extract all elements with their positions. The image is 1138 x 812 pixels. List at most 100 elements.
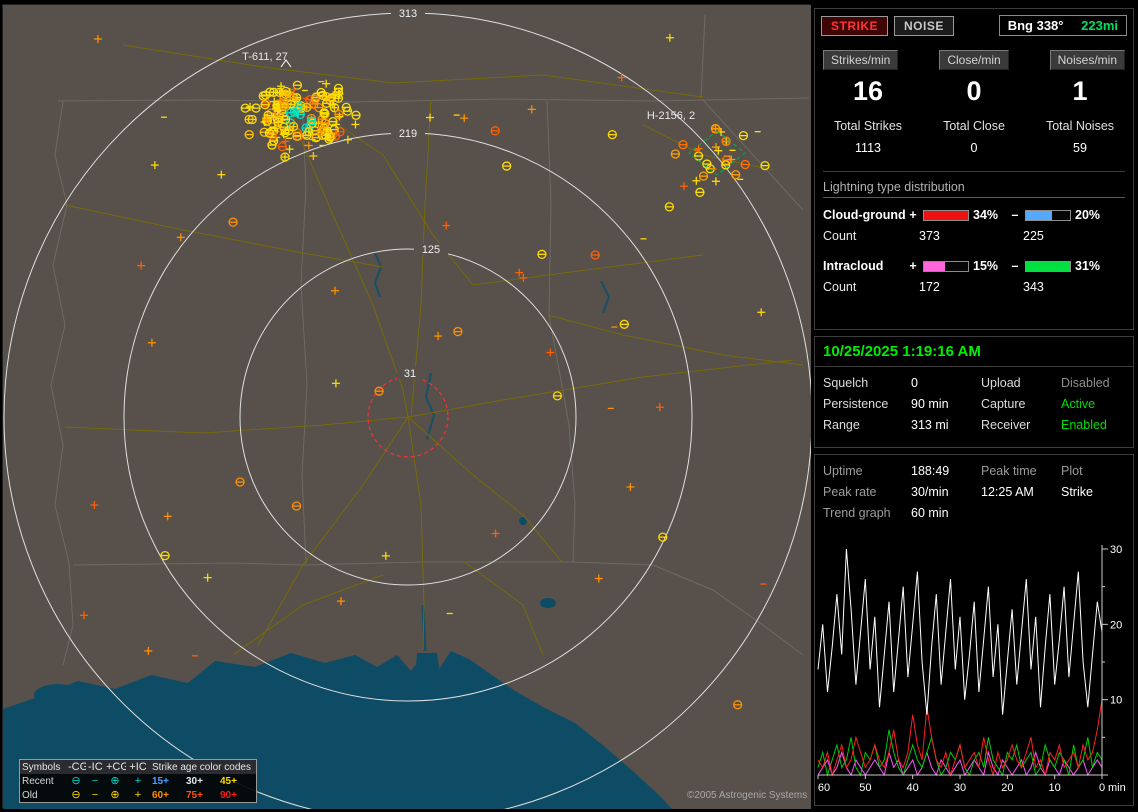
svg-text:30: 30: [954, 782, 966, 794]
cg-plus-count: 373: [919, 229, 940, 243]
peak-time-label: Peak time: [981, 464, 1037, 478]
cloud-ground-row: Cloud-ground + 34% – 20%: [823, 208, 1125, 222]
cg-plus-gauge: [923, 209, 969, 221]
capture-label: Capture: [981, 397, 1026, 411]
map-canvas: 313 219 125 31 T-611, 27 H-2156, 2: [3, 5, 811, 809]
cg-minus-gauge: [1025, 209, 1071, 221]
legend-row-recent-label: Recent: [22, 776, 54, 787]
ic-minus-old-icon: −: [91, 789, 99, 801]
close-per-min-value: 0: [966, 76, 982, 106]
statistics-box: STRIKE NOISE Bng 338° 223mi Strikes/min …: [814, 8, 1134, 330]
total-strikes-value: 1113: [855, 141, 881, 155]
svg-text:0: 0: [1099, 782, 1105, 794]
total-noises-label: Total Noises: [1045, 119, 1115, 133]
bearing-value: Bng 338°: [1007, 18, 1064, 33]
minus-sign: –: [1011, 208, 1019, 222]
settings-box: 10/25/2025 1:19:16 AM Squelch 0 Upload D…: [814, 336, 1134, 448]
upload-status: Disabled: [1061, 376, 1110, 390]
range-label: Range: [823, 418, 860, 432]
legend-header-ic-minus: -IC: [86, 760, 104, 774]
legend-header-cg-minus: -CG: [66, 760, 89, 774]
upload-label: Upload: [981, 376, 1021, 390]
noises-per-min-button[interactable]: Noises/min: [1049, 50, 1125, 70]
cg-plus-recent-icon: ⊕: [110, 775, 120, 787]
uptime-label: Uptime: [823, 464, 863, 478]
storm-cell-label-1: T-611, 27: [242, 51, 288, 63]
plus-sign: +: [909, 208, 917, 222]
svg-text:10: 10: [1049, 782, 1061, 794]
persistence-value: 90 min: [911, 397, 949, 411]
minus-sign: –: [1011, 259, 1019, 273]
squelch-value: 0: [911, 376, 918, 390]
age-30: 30+: [186, 776, 203, 787]
settings-grid: Squelch 0 Upload Disabled Persistence 90…: [815, 367, 1133, 432]
total-close-value: 0: [970, 141, 978, 155]
ring-label-313: 313: [399, 8, 417, 20]
lightning-map[interactable]: 313 219 125 31 T-611, 27 H-2156, 2 Symbo…: [2, 4, 811, 809]
legend-header-ic-plus: +IC: [126, 760, 150, 774]
capture-status: Active: [1061, 397, 1096, 411]
age-90: 90+: [220, 790, 237, 801]
datetime-display: 10/25/2025 1:19:16 AM: [815, 337, 1133, 367]
trend-graph-label: Trend graph: [823, 506, 891, 520]
noise-view-button[interactable]: NOISE: [894, 15, 954, 36]
cg-minus-old-icon: ⊖: [71, 789, 81, 801]
svg-text:min: min: [1108, 782, 1126, 794]
age-15: 15+: [152, 776, 169, 787]
strikes-per-min-value: 16: [852, 76, 884, 106]
info-panel: STRIKE NOISE Bng 338° 223mi Strikes/min …: [812, 0, 1136, 812]
bearing-display: Bng 338° 223mi: [998, 15, 1127, 36]
plus-sign: +: [909, 259, 917, 273]
cloud-ground-count-row: Count 373 225: [823, 229, 1125, 243]
trend-graph: 30 20 10 60 50 40 30 20 10 0 min: [817, 544, 1126, 794]
ic-plus-gauge: [923, 260, 969, 272]
cg-minus-percent: 20%: [1075, 208, 1101, 222]
ic-minus-recent-icon: −: [91, 775, 99, 787]
peak-rate-label: Peak rate: [823, 485, 877, 499]
storm-cell-label-2: H-2156, 2: [647, 110, 695, 122]
ic-minus-percent: 31%: [1075, 259, 1101, 273]
cg-plus-percent: 34%: [973, 208, 999, 222]
ic-plus-percent: 15%: [973, 259, 999, 273]
age-45: 45+: [220, 776, 237, 787]
cg-minus-count: 225: [1023, 229, 1044, 243]
intracloud-count-row: Count 172 343: [823, 280, 1125, 294]
trend-graph-window: 60 min: [911, 506, 949, 520]
ring-label-125: 125: [422, 244, 440, 256]
legend-row-old-label: Old: [22, 790, 38, 801]
total-close-label: Total Close: [943, 119, 1005, 133]
svg-text:20: 20: [1001, 782, 1013, 794]
strikes-per-min-button[interactable]: Strikes/min: [823, 50, 899, 70]
plot-value: Strike: [1061, 485, 1093, 499]
intracloud-label: Intracloud: [823, 259, 884, 273]
uptime-value: 188:49: [911, 464, 950, 478]
legend-header-symbols: Symbols: [20, 760, 66, 774]
squelch-label: Squelch: [823, 376, 869, 390]
noises-per-min-value: 1: [1072, 76, 1088, 106]
peak-rate-value: 30/min: [911, 485, 949, 499]
ic-plus-old-icon: +: [134, 789, 142, 801]
ic-minus-count: 343: [1023, 280, 1044, 294]
ic-plus-recent-icon: +: [134, 775, 142, 787]
ic-plus-count: 172: [919, 280, 940, 294]
receiver-status: Enabled: [1061, 418, 1107, 432]
total-noises-value: 59: [1073, 141, 1087, 155]
age-75: 75+: [186, 790, 203, 801]
svg-text:60: 60: [818, 782, 830, 794]
legend-header-age: Strike age color codes: [150, 760, 256, 774]
receiver-label: Receiver: [981, 418, 1031, 432]
svg-text:20: 20: [1110, 619, 1122, 631]
legend-header-cg-plus: +CG: [104, 760, 129, 774]
ic-minus-gauge: [1025, 260, 1071, 272]
svg-text:50: 50: [859, 782, 871, 794]
trend-box: Uptime 188:49 Peak time Plot Peak rate 3…: [814, 454, 1134, 806]
strike-view-button[interactable]: STRIKE: [821, 15, 889, 36]
total-strikes-label: Total Strikes: [833, 119, 903, 133]
ring-label-219: 219: [399, 128, 417, 140]
svg-text:30: 30: [1110, 544, 1122, 556]
age-60: 60+: [152, 790, 169, 801]
intracloud-row: Intracloud + 15% – 31%: [823, 259, 1125, 273]
cg-minus-recent-icon: ⊖: [71, 775, 81, 787]
distribution-title: Lightning type distribution: [823, 171, 1125, 198]
close-per-min-button[interactable]: Close/min: [939, 50, 1009, 70]
